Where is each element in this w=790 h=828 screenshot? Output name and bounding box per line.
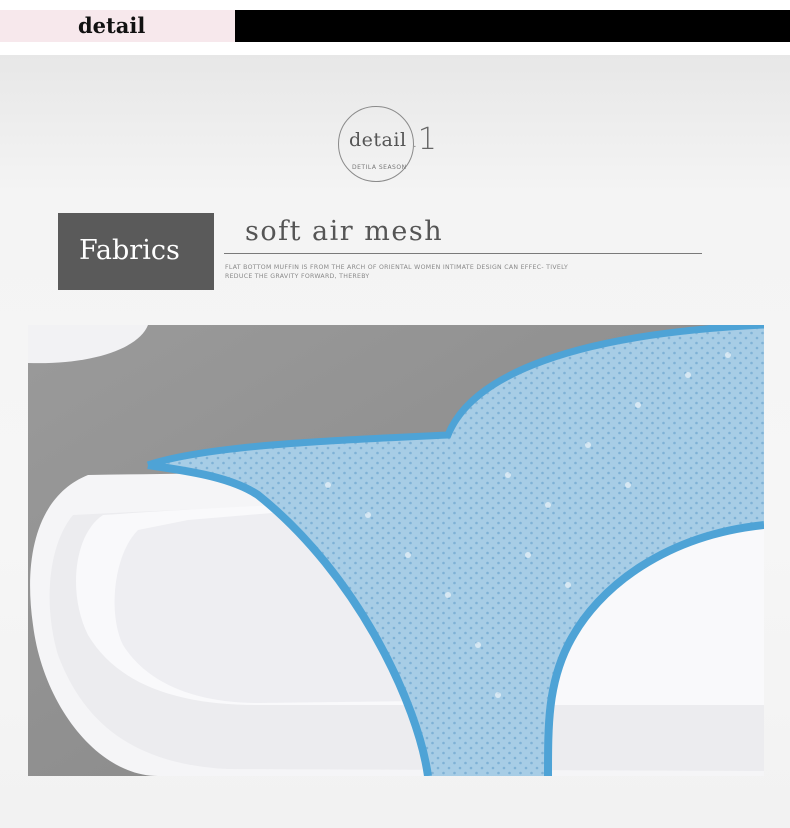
badge-subtitle: DETILA SEASON — [352, 164, 407, 171]
detail-badge-circle: detail DETILA SEASON — [338, 106, 414, 182]
product-photo — [28, 325, 764, 776]
title-rule — [224, 253, 702, 254]
badge-number: .1 — [412, 122, 437, 157]
section-description: FLAT BOTTOM MUFFIN IS FROM THE ARCH OF O… — [225, 264, 569, 280]
detail-tab-label: detail — [78, 13, 146, 38]
top-header-bar: detail — [0, 10, 790, 42]
fabrics-label-box: Fabrics — [58, 213, 214, 290]
badge-word: detail — [349, 129, 407, 151]
section-title: soft air mesh — [245, 216, 444, 247]
detail-tab: detail — [0, 10, 235, 42]
sandal-image — [28, 325, 764, 776]
header-black-band — [235, 10, 790, 42]
badge-number-value: 1 — [417, 122, 437, 157]
fabrics-label: Fabrics — [79, 235, 180, 266]
